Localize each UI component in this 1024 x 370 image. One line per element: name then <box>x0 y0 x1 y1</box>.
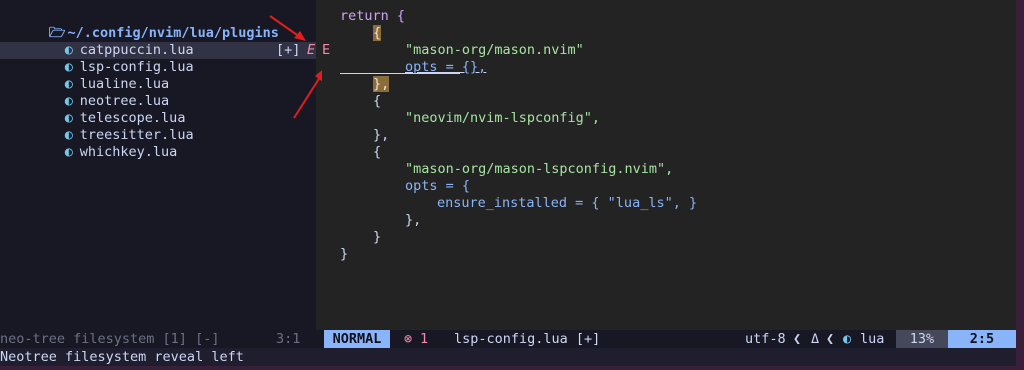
status-filename: lsp-config.lua [+] <box>454 331 601 347</box>
code-text: }, <box>373 127 390 143</box>
code-line: return { <box>340 8 405 25</box>
code-line: { <box>373 93 381 110</box>
lua-file-icon: ◐ <box>64 144 73 160</box>
code-line: ensure_installed = { "lua_ls", } <box>437 195 697 212</box>
tree-root[interactable]: 🗁 ~/.config/nvim/lua/plugins <box>0 8 279 41</box>
scroll-percent: 13% <box>896 330 948 348</box>
mode-indicator: NORMAL <box>324 330 390 348</box>
code-text: return { <box>340 8 406 24</box>
diagnostic-underline <box>340 73 460 74</box>
tree-file-neotree[interactable]: ◐ neotree.lua <box>16 76 169 109</box>
tree-file-whichkey[interactable]: ◐ whichkey.lua <box>16 127 178 160</box>
code-text: { <box>373 144 382 160</box>
code-line: } <box>373 229 381 246</box>
diagnostic-count: 1 <box>420 331 429 347</box>
code-text: }, <box>405 212 422 228</box>
code-line: opts = { <box>405 178 470 195</box>
editor-pane[interactable]: E return { { "mason-org/mason.nvim" opts… <box>316 0 1016 330</box>
tree-file-lsp-config[interactable]: ◐ lsp-config.lua <box>16 42 194 75</box>
editor-error-sign: E <box>322 42 331 58</box>
filetype: lua <box>860 331 885 347</box>
code-line: "mason-org/mason.nvim" <box>405 42 584 59</box>
os-icon: Δ <box>811 331 820 347</box>
code-text: ensure_installed = { "lua_ls", } <box>437 195 698 211</box>
cursor-position: 2:5 <box>948 330 1016 348</box>
matched-bracket: { <box>373 25 382 41</box>
code-line: { <box>373 25 382 42</box>
code-line: }, <box>373 127 389 144</box>
code-text: "mason-org/mason.nvim" <box>405 42 584 58</box>
code-text: } <box>373 229 382 245</box>
tree-file-treesitter[interactable]: ◐ treesitter.lua <box>16 110 194 143</box>
tree-file-lualine[interactable]: ◐ lualine.lua <box>16 59 169 92</box>
tree-status-position: 3:1 <box>276 331 301 347</box>
separator-chevron-icon: ❮ <box>793 331 802 347</box>
tree-status-label: neo-tree filesystem [1] [-] <box>0 331 220 347</box>
code-line: }, <box>405 212 421 229</box>
code-text: opts = { <box>405 178 471 194</box>
annotation-arrows <box>269 15 322 119</box>
tree-file-catppuccin[interactable]: ◐ catppuccin.lua <box>16 25 194 58</box>
command-line[interactable]: Neotree filesystem reveal left <box>0 348 1016 366</box>
code-line: } <box>340 246 348 263</box>
separator-chevron-icon: ❮ <box>826 331 835 347</box>
tree-file-label: whichkey.lua <box>79 144 178 160</box>
code-text: "mason-org/mason-lspconfig.nvim", <box>405 161 674 177</box>
encoding: utf-8 <box>745 331 786 347</box>
diagnostic-error-icon: ⊗ <box>404 331 413 347</box>
code-line: "mason-org/mason-lspconfig.nvim", <box>405 161 673 178</box>
matched-bracket: }, <box>373 76 390 92</box>
tree-file-telescope[interactable]: ◐ telescope.lua <box>16 93 186 126</box>
code-text: } <box>340 246 349 262</box>
lua-file-icon: ◐ <box>843 331 852 347</box>
code-line: { <box>373 144 381 161</box>
code-line: "neovim/nvim-lspconfig", <box>405 110 600 127</box>
nvim-window: 🗁 ~/.config/nvim/lua/plugins ◐ catppuccin.… <box>0 0 1016 366</box>
status-bar: neo-tree filesystem [1] [-] 3:1 NORMAL ⊗… <box>0 330 1016 348</box>
code-text: "neovim/nvim-lspconfig", <box>405 110 601 126</box>
code-line: }, <box>373 76 390 93</box>
code-text: { <box>373 93 382 109</box>
